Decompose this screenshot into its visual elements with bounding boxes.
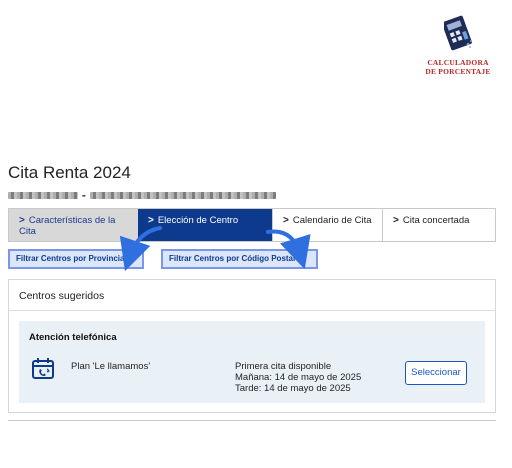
redacted-block xyxy=(8,192,78,200)
step-caracteristicas[interactable]: > Características de la Cita xyxy=(9,209,138,241)
step-calendario: > Calendario de Cita xyxy=(272,209,382,241)
step-label: Características de la Cita xyxy=(19,215,116,237)
availability-morning: Mañana: 14 de mayo de 2025 xyxy=(235,372,362,383)
step-cita-concertada: > Cita concertada xyxy=(382,209,495,241)
redacted-subtitle: - xyxy=(8,188,277,202)
subtitle-separator: - xyxy=(81,188,87,202)
step-eleccion-centro[interactable]: > Elección de Centro xyxy=(138,209,272,241)
redacted-block xyxy=(90,192,277,200)
step-label: Elección de Centro xyxy=(157,215,239,226)
availability-afternoon: Tarde: 14 de mayo de 2025 xyxy=(235,383,351,394)
availability-title: Primera cita disponible xyxy=(235,361,332,372)
chevron-right-icon: > xyxy=(393,215,399,226)
phone-calendar-icon xyxy=(32,358,54,379)
divider xyxy=(9,310,495,311)
calculator-logo-icon xyxy=(444,15,473,51)
plan-label: Plan 'Le llamamos' xyxy=(71,361,151,372)
chevron-right-icon: > xyxy=(19,215,25,226)
calculadora-logo: CALCULADORA DE PORCENTAJE xyxy=(418,12,498,92)
logo-text-line1: CALCULADORA xyxy=(427,58,489,67)
divider xyxy=(8,420,496,421)
chevron-right-icon: > xyxy=(148,215,154,226)
filter-province-button[interactable]: Filtrar Centros por Provincia ⌄ xyxy=(8,249,144,269)
filter-postal-label: Filtrar Centros por Código Postal xyxy=(169,254,296,263)
step-label: Cita concertada xyxy=(402,215,470,226)
logo-text-line2: DE PORCENTAJE xyxy=(425,67,491,76)
page-title: Cita Renta 2024 xyxy=(8,163,131,182)
suggested-centers-card: Centros sugeridos Atención telefónica Pl… xyxy=(8,279,496,413)
chevron-right-icon: > xyxy=(283,215,289,226)
step-label: Calendario de Cita xyxy=(292,215,372,226)
center-panel-phone: Atención telefónica Plan 'Le llamamos' P… xyxy=(19,321,485,403)
filter-province-label: Filtrar Centros por Provincia xyxy=(16,254,125,263)
chevron-down-icon: ⌄ xyxy=(299,254,307,263)
select-button[interactable]: Seleccionar xyxy=(405,361,467,385)
center-title: Atención telefónica xyxy=(29,332,117,343)
availability-info: Primera cita disponible Mañana: 14 de ma… xyxy=(235,361,361,394)
card-header: Centros sugeridos xyxy=(19,290,105,302)
chevron-down-icon: ⌄ xyxy=(128,254,136,263)
progress-stepper: > Características de la Cita > Elección de… xyxy=(8,208,496,242)
filter-postal-code-button[interactable]: Filtrar Centros por Código Postal ⌄ xyxy=(161,249,318,269)
